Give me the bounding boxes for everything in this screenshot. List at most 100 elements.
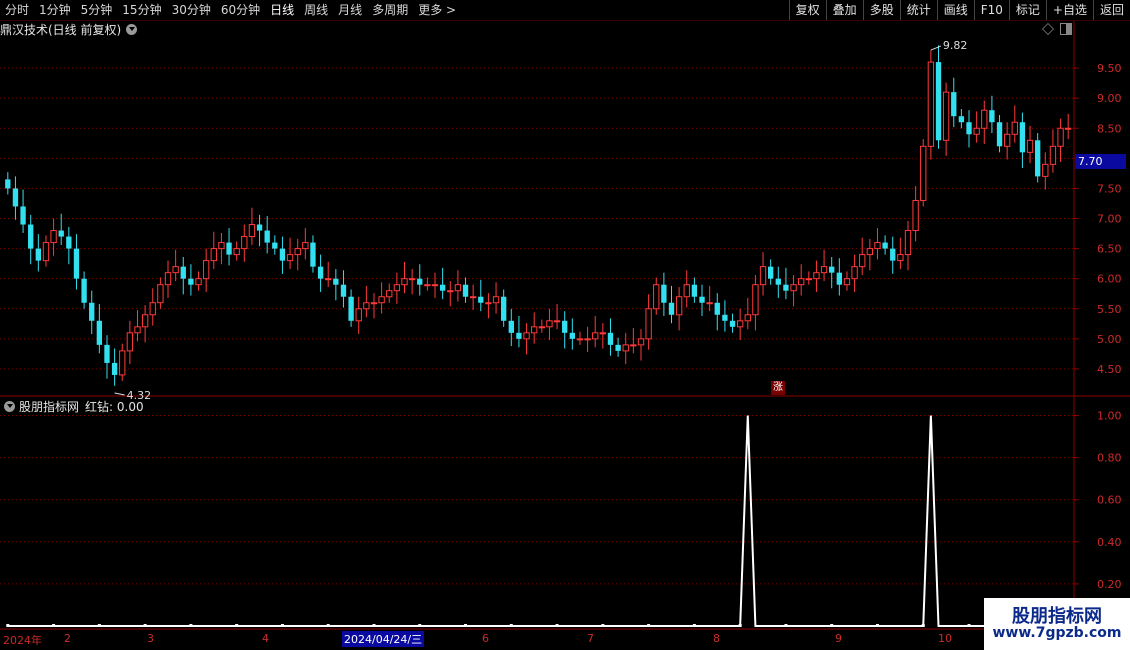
indicator-point <box>52 624 56 627</box>
chevron-down-icon[interactable] <box>4 400 15 412</box>
candle-body-down <box>89 302 95 321</box>
candle-body-up <box>798 278 805 286</box>
candle-body-down <box>768 266 774 279</box>
top-toolbar: 分时 1分钟 5分钟 15分钟 30分钟 60分钟 日线 周线 月线 多周期 更… <box>0 0 1130 21</box>
date-label-apr: 4 <box>262 632 269 645</box>
draw-line-button[interactable]: 画线 <box>936 0 974 20</box>
price-tick-label: 4.50 <box>1097 363 1122 376</box>
candle-body-up <box>866 248 874 256</box>
candle-body-down <box>310 242 316 267</box>
high-marker-label: 9.82 <box>943 39 968 52</box>
tab-weekly[interactable]: 周线 <box>299 0 333 20</box>
indicator-point <box>418 624 422 627</box>
candle-body-up <box>141 314 149 328</box>
mark-button[interactable]: 标记 <box>1008 0 1046 20</box>
candle-body-down <box>729 320 736 327</box>
candle-body-down <box>829 266 835 273</box>
restore-rights-button[interactable]: 复权 <box>788 0 826 20</box>
candle-body-up <box>454 284 462 292</box>
indicator-point <box>464 624 468 627</box>
tab-5min[interactable]: 5分钟 <box>76 0 118 20</box>
candle-body-down <box>66 236 72 249</box>
candle-body-up <box>119 350 126 376</box>
candle-body-down <box>180 266 186 279</box>
tab-1min[interactable]: 1分钟 <box>34 0 76 20</box>
tab-30min[interactable]: 30分钟 <box>167 0 216 20</box>
back-button[interactable]: 返回 <box>1092 0 1130 20</box>
candle-body-up <box>981 109 988 129</box>
candle-body-down <box>12 188 19 207</box>
indicator-point <box>555 624 559 627</box>
date-label-oct: 10 <box>938 632 952 645</box>
candle-body-up <box>202 260 210 280</box>
chevron-down-icon[interactable] <box>126 23 138 35</box>
tab-fenshi[interactable]: 分时 <box>0 0 34 20</box>
date-cursor-label: 2024/04/24/三 <box>342 631 425 647</box>
candle-body-up <box>172 266 179 274</box>
indicator-tick-label: 0.40 <box>1097 536 1122 549</box>
indicator-tick-label: 0.60 <box>1097 494 1122 507</box>
layout-toggle-icon[interactable] <box>1060 23 1072 35</box>
candle-body-down <box>462 284 469 297</box>
candle-body-up <box>752 284 759 316</box>
overlay-button[interactable]: 叠加 <box>825 0 863 20</box>
price-tick-label: 9.00 <box>1097 92 1122 105</box>
candle-body-up <box>126 332 134 352</box>
tab-daily[interactable]: 日线 <box>265 0 299 20</box>
candle-body-up <box>675 296 683 316</box>
price-tick-label: 6.00 <box>1097 273 1122 286</box>
add-watchlist-button[interactable]: +自选 <box>1045 0 1093 20</box>
panel-icons <box>1042 23 1072 35</box>
f10-button[interactable]: F10 <box>973 0 1009 20</box>
candle-body-up <box>599 332 607 335</box>
candle-body-up <box>538 326 545 329</box>
candle-body-down <box>96 320 103 345</box>
candle-body-up <box>363 302 370 310</box>
indicator-point <box>6 624 10 627</box>
indicator-tick-label: 0.20 <box>1097 578 1122 591</box>
candle-body-up <box>622 344 629 352</box>
candle-body-up <box>447 290 454 293</box>
date-label-mar: 3 <box>147 632 154 645</box>
candle-body-up <box>492 296 500 304</box>
candle-body-up <box>592 332 599 340</box>
candle-body-up <box>286 254 294 262</box>
indicator-point <box>189 624 193 627</box>
tab-more[interactable]: 更多 > <box>413 0 461 20</box>
tab-60min[interactable]: 60分钟 <box>216 0 265 20</box>
candle-body-down <box>20 206 26 225</box>
candle-body-down <box>264 230 270 243</box>
candle-body-down <box>35 248 41 261</box>
candle-body-down <box>256 224 263 231</box>
candle-body-down <box>272 242 278 249</box>
candle-body-down <box>58 230 64 237</box>
candle-body-up <box>920 145 927 201</box>
candle-body-up <box>469 296 477 299</box>
tab-multi-period[interactable]: 多周期 <box>367 0 413 20</box>
price-tick-label: 7.00 <box>1097 213 1122 226</box>
price-tick-label: 8.50 <box>1097 122 1122 135</box>
statistics-button[interactable]: 统计 <box>899 0 937 20</box>
candle-body-up <box>1011 121 1018 135</box>
candle-body-up <box>485 302 492 305</box>
candle-body-up <box>248 224 256 238</box>
candle-body-up <box>302 242 309 250</box>
candle-body-up <box>927 61 935 147</box>
price-tick-label: 7.50 <box>1097 182 1122 195</box>
candle-body-up <box>134 326 141 334</box>
tab-15min[interactable]: 15分钟 <box>117 0 166 20</box>
candle-body-down <box>317 266 324 279</box>
candle-body-down <box>668 302 675 315</box>
candle-body-down <box>73 248 80 279</box>
multi-stock-button[interactable]: 多股 <box>862 0 900 20</box>
diamond-icon[interactable] <box>1042 23 1054 35</box>
candle-body-down <box>5 179 11 189</box>
tab-monthly[interactable]: 月线 <box>333 0 367 20</box>
candle-body-down <box>966 122 972 135</box>
kline-chart[interactable]: 4.505.005.506.006.507.007.508.008.509.00… <box>0 0 1130 650</box>
limit-up-icon: 涨 <box>771 381 785 395</box>
candle-body-down <box>1035 140 1041 177</box>
candle-body-up <box>1042 163 1049 177</box>
candle-body-up <box>523 332 530 340</box>
candle-body-down <box>890 248 896 261</box>
